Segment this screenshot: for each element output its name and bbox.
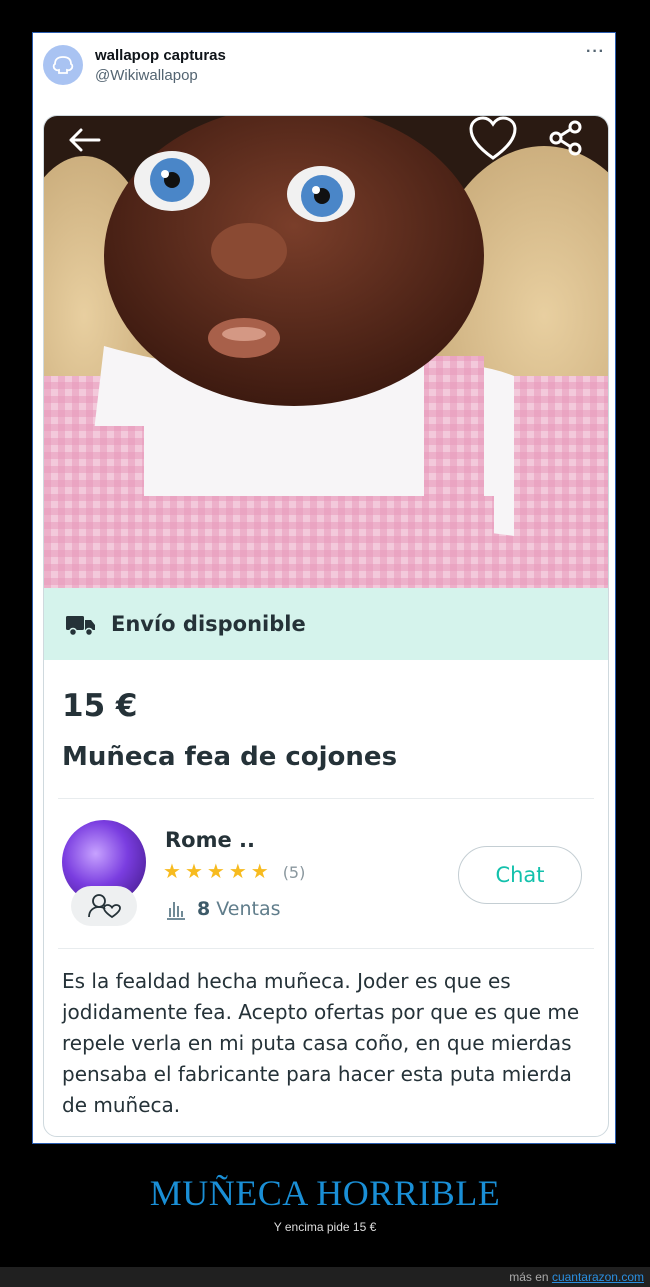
footer-text: más en cuantarazon.com	[509, 1270, 644, 1284]
truck-icon	[66, 616, 95, 636]
tweet-frame: wallapop capturas @Wikiwallapop ··· Enví…	[32, 32, 616, 1144]
rating-count: (5)	[282, 862, 306, 882]
sales-info: 8 Ventas	[165, 898, 280, 920]
footer-link[interactable]: cuantarazon.com	[552, 1270, 644, 1284]
listing-title: Muñeca fea de cojones	[62, 742, 398, 772]
star-icon: ★	[184, 861, 203, 883]
chat-button[interactable]: Chat	[458, 846, 582, 904]
star-icon: ★	[163, 861, 181, 883]
star-icon: ★	[250, 861, 269, 883]
user-heart-icon	[88, 894, 121, 919]
tweet-header: wallapop capturas @Wikiwallapop ···	[33, 33, 615, 113]
seller-rating: ★ ★ ★ ★ ★ (5)	[163, 862, 305, 882]
share-icon[interactable]	[548, 120, 584, 156]
sales-count: 8	[197, 898, 211, 920]
footer-bar: más en cuantarazon.com	[0, 1267, 650, 1287]
star-icon: ★	[206, 861, 225, 883]
bar-chart-icon	[167, 902, 185, 920]
caption-subtitle: Y encima pide 15 €	[273, 1220, 377, 1234]
caption-title: MUÑECA HORRIBLE	[149, 1173, 501, 1213]
author-name[interactable]: wallapop capturas	[95, 47, 226, 64]
seller-badge[interactable]	[71, 886, 137, 926]
account-avatar[interactable]	[43, 45, 83, 85]
product-photo	[44, 116, 608, 588]
listing-screenshot: Envío disponible 15 € Muñeca fea de cojo…	[43, 115, 609, 1137]
footer-prefix: más en	[509, 1270, 549, 1284]
divider	[58, 948, 594, 949]
shipping-banner: Envío disponible	[44, 588, 608, 660]
divider	[58, 798, 594, 799]
caption: MUÑECA HORRIBLE Y encima pide 15 €	[0, 1172, 650, 1234]
seller-name[interactable]: Rome ..	[165, 828, 255, 852]
sales-label: Ventas	[216, 898, 281, 920]
author-handle[interactable]: @Wikiwallapop	[95, 67, 198, 84]
shipping-label: Envío disponible	[111, 612, 306, 636]
logo-icon	[52, 56, 74, 74]
star-icon: ★	[228, 861, 247, 883]
price: 15 €	[62, 688, 138, 724]
listing-description: Es la fealdad hecha muñeca. Joder es que…	[62, 969, 580, 1117]
back-arrow-icon[interactable]	[66, 126, 102, 154]
more-options-icon[interactable]: ···	[586, 43, 605, 61]
heart-icon[interactable]	[468, 116, 518, 162]
